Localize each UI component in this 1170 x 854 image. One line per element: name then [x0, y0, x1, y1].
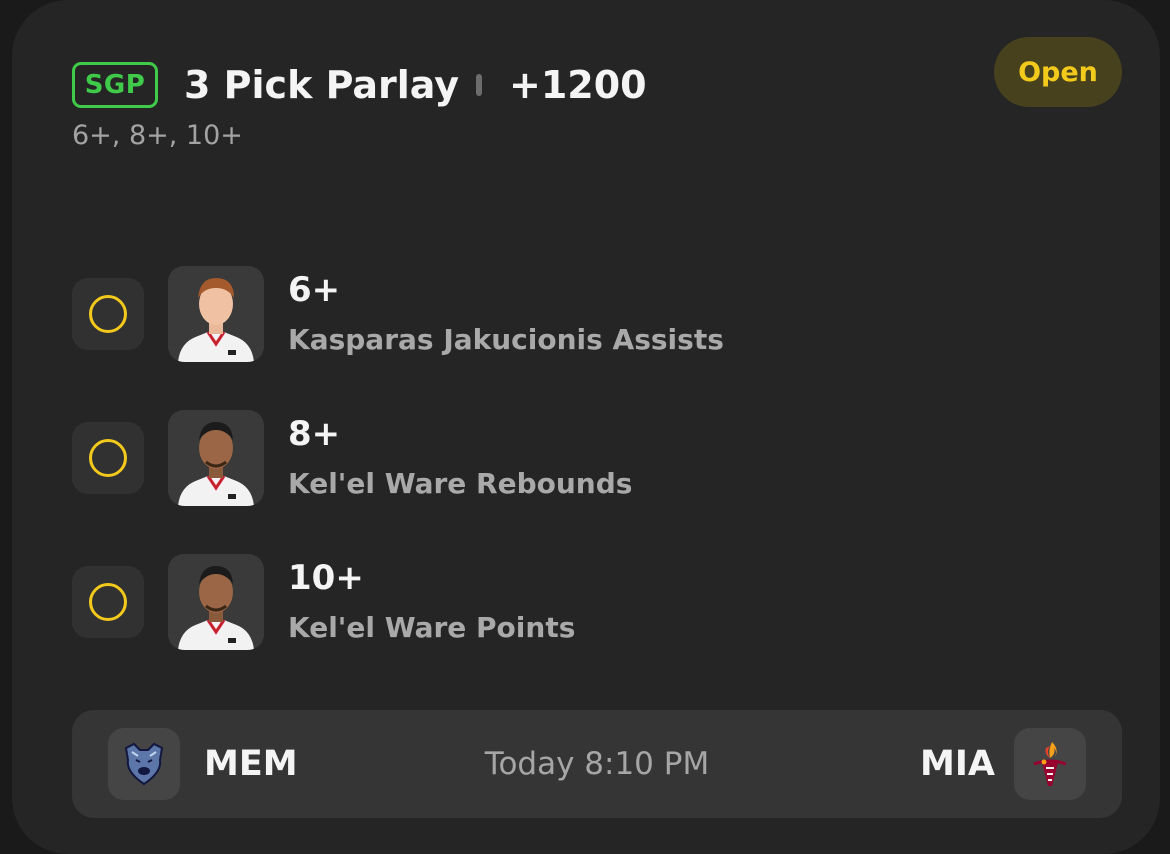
leg-status-indicator — [72, 422, 144, 494]
leg-line: 8+ — [288, 414, 341, 454]
pending-circle-icon — [89, 583, 127, 621]
leg-line: 6+ — [288, 270, 341, 310]
parlay-leg[interactable]: 8+ Kel'el Ware Rebounds — [72, 410, 972, 510]
leg-market: Kel'el Ware Rebounds — [288, 467, 633, 500]
home-team-abbr: MIA — [920, 744, 995, 784]
leg-status-indicator — [72, 566, 144, 638]
parlay-summary: 6+, 8+, 10+ — [72, 120, 243, 151]
heat-logo-icon — [1014, 728, 1086, 800]
pending-circle-icon — [89, 439, 127, 477]
leg-status-indicator — [72, 278, 144, 350]
game-info-bar[interactable]: MEM Today 8:10 PM MIA — [72, 710, 1122, 818]
player-headshot — [168, 410, 264, 506]
player-headshot — [168, 266, 264, 362]
status-badge[interactable]: Open — [994, 37, 1122, 107]
parlay-title: 3 Pick Parlay — [184, 63, 460, 107]
parlay-odds: +1200 — [509, 63, 647, 107]
leg-market: Kel'el Ware Points — [288, 611, 576, 644]
player-headshot — [168, 554, 264, 650]
parlay-card[interactable]: SGP 3 Pick Parlay +1200 6+, 8+, 10+ Open… — [12, 0, 1160, 854]
leg-line: 10+ — [288, 558, 364, 598]
parlay-leg[interactable]: 10+ Kel'el Ware Points — [72, 554, 972, 654]
pending-circle-icon — [89, 295, 127, 333]
parlay-leg[interactable]: 6+ Kasparas Jakucionis Assists — [72, 266, 972, 366]
sgp-badge: SGP — [72, 62, 158, 108]
title-divider — [476, 74, 482, 96]
leg-market: Kasparas Jakucionis Assists — [288, 323, 724, 356]
